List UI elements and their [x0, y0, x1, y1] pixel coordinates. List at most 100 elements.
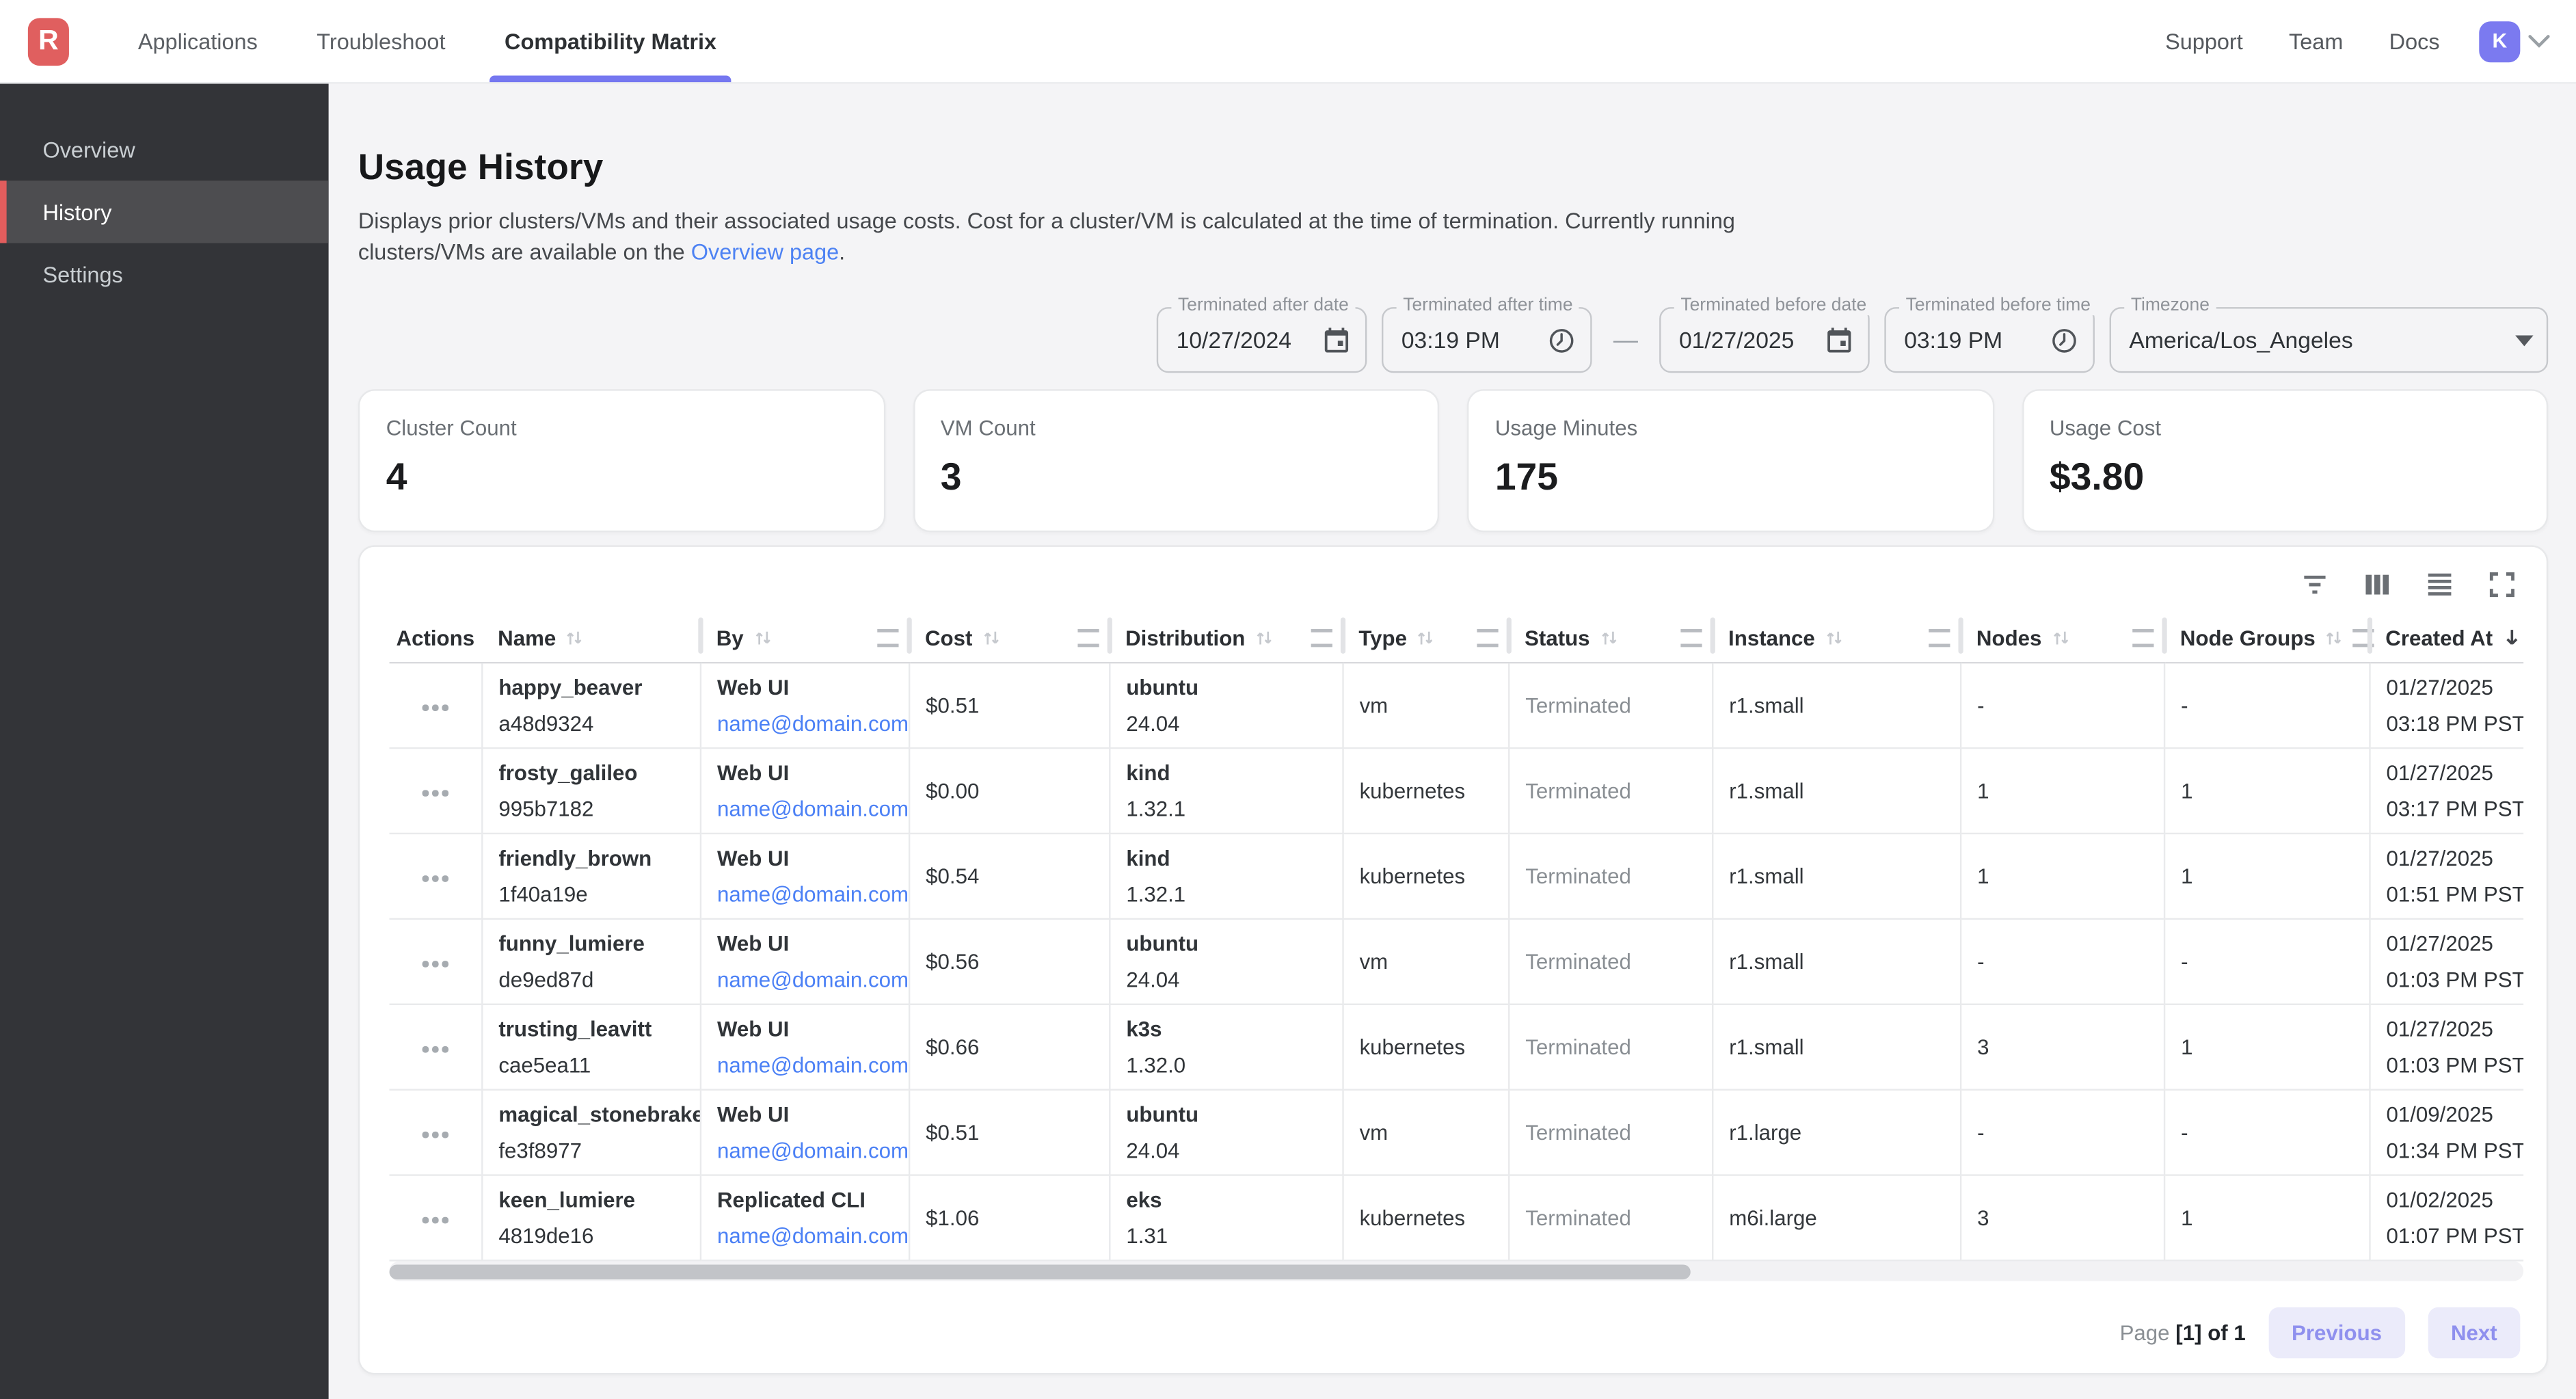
cost-cell: $0.00	[909, 748, 1109, 834]
col-header-distribution[interactable]: Distribution	[1109, 613, 1342, 663]
fullscreen-icon[interactable]	[2484, 567, 2520, 603]
distribution-version: 1.32.1	[1126, 797, 1331, 821]
created-by-email[interactable]: name@domain.com	[717, 797, 909, 821]
pagination: Page [1] of 1 Previous Next	[390, 1307, 2521, 1381]
table-row: trusting_leavittcae5ea11 Web UIname@doma…	[390, 1004, 2524, 1090]
cost-cell: $0.66	[909, 1004, 1109, 1090]
replicated-logo[interactable]: R	[28, 17, 69, 65]
column-drag-icon[interactable]	[1477, 628, 1498, 646]
next-page-button[interactable]: Next	[2428, 1307, 2520, 1358]
distribution-name: ubuntu	[1126, 675, 1331, 700]
description-line2: clusters/VMs are available on the	[358, 240, 691, 265]
tab-troubleshoot[interactable]: Troubleshoot	[317, 0, 445, 82]
created-date: 01/02/2025	[2387, 1188, 2514, 1212]
row-actions-button[interactable]	[412, 866, 457, 891]
sidebar-item-settings[interactable]: Settings	[0, 243, 329, 305]
cluster-id: 4819de16	[498, 1223, 689, 1248]
tab-compatibility-matrix[interactable]: Compatibility Matrix	[505, 0, 716, 82]
sort-icon[interactable]	[752, 626, 773, 648]
col-header-instance[interactable]: Instance	[1712, 613, 1960, 663]
stat-label: Usage Cost	[2050, 416, 2520, 440]
calendar-icon[interactable]	[1321, 324, 1352, 356]
terminated-before-time-value[interactable]: 03:19 PM	[1904, 327, 2039, 353]
terminated-after-date-value[interactable]: 10/27/2024	[1177, 327, 1311, 353]
terminated-after-time-field[interactable]: Terminated after time 03:19 PM	[1382, 307, 1592, 373]
created-by-email[interactable]: name@domain.com	[717, 711, 909, 736]
terminated-before-time-field[interactable]: Terminated before time 03:19 PM	[1884, 307, 2095, 373]
nav-link-team[interactable]: Team	[2289, 29, 2343, 53]
clock-icon[interactable]	[2049, 324, 2080, 356]
sort-icon[interactable]	[564, 626, 585, 648]
clock-icon[interactable]	[1546, 324, 1577, 356]
terminated-before-date-value[interactable]: 01/27/2025	[1679, 327, 1814, 353]
row-actions-button[interactable]	[412, 1207, 457, 1232]
created-by-email[interactable]: name@domain.com	[717, 1223, 909, 1248]
terminated-before-date-field[interactable]: Terminated before date 01/27/2025	[1659, 307, 1870, 373]
row-actions-button[interactable]	[412, 1037, 457, 1062]
row-actions-button[interactable]	[412, 1121, 457, 1147]
col-header-nodes[interactable]: Nodes	[1960, 613, 2164, 663]
created-by-source: Web UI	[717, 760, 898, 785]
column-drag-icon[interactable]	[877, 628, 898, 646]
timezone-value[interactable]: America/Los_Angeles	[2129, 327, 2505, 353]
nav-link-docs[interactable]: Docs	[2389, 29, 2440, 53]
nodes-cell: 1	[1960, 834, 2164, 919]
sort-icon[interactable]	[1823, 626, 1844, 648]
column-drag-icon[interactable]	[1311, 628, 1332, 646]
horizontal-scrollbar[interactable]	[390, 1262, 2524, 1281]
tab-applications[interactable]: Applications	[138, 0, 258, 82]
type-cell: vm	[1342, 919, 1508, 1004]
created-time: 01:03 PM PST	[2387, 968, 2514, 992]
sidebar-item-history[interactable]: History	[0, 181, 329, 243]
dropdown-caret-icon[interactable]	[2515, 334, 2533, 346]
column-drag-icon[interactable]	[1680, 628, 1702, 646]
col-header-node-groups[interactable]: Node Groups	[2164, 613, 2369, 663]
sidebar-item-overview[interactable]: Overview	[0, 118, 329, 181]
previous-page-button[interactable]: Previous	[2268, 1307, 2404, 1358]
horizontal-scrollbar-thumb[interactable]	[390, 1264, 1691, 1279]
node-groups-cell: 1	[2164, 1175, 2369, 1261]
distribution-version: 1.32.0	[1126, 1053, 1331, 1078]
created-by-email[interactable]: name@domain.com	[717, 968, 909, 992]
col-header-created-at[interactable]: Created At	[2369, 613, 2523, 663]
row-actions-button[interactable]	[412, 780, 457, 805]
created-by-email[interactable]: name@domain.com	[717, 1053, 909, 1078]
instance-cell: r1.small	[1712, 834, 1960, 919]
nav-link-support[interactable]: Support	[2165, 29, 2243, 53]
nodes-cell: -	[1960, 663, 2164, 748]
description-period: .	[839, 240, 845, 265]
node-groups-cell: 1	[2164, 834, 2369, 919]
sort-icon[interactable]	[2050, 626, 2071, 648]
column-drag-icon[interactable]	[1077, 628, 1099, 646]
col-header-type[interactable]: Type	[1342, 613, 1508, 663]
timezone-select[interactable]: Timezone America/Los_Angeles	[2110, 307, 2549, 373]
sort-desc-icon[interactable]	[2501, 626, 2524, 649]
created-by-email[interactable]: name@domain.com	[717, 882, 909, 907]
account-menu[interactable]: K	[2479, 21, 2549, 62]
column-drag-icon[interactable]	[2132, 628, 2154, 646]
filter-icon[interactable]	[2297, 567, 2333, 603]
column-drag-icon[interactable]	[1929, 628, 1950, 646]
cluster-name: happy_beaver	[498, 675, 689, 700]
created-by-email[interactable]: name@domain.com	[717, 1138, 909, 1163]
node-groups-cell: -	[2164, 1090, 2369, 1175]
terminated-after-date-field[interactable]: Terminated after date 10/27/2024	[1157, 307, 1367, 373]
sort-icon[interactable]	[1415, 626, 1436, 648]
col-header-status[interactable]: Status	[1508, 613, 1712, 663]
columns-icon[interactable]	[2359, 567, 2396, 603]
overview-page-link[interactable]: Overview page	[691, 240, 839, 265]
cluster-id: de9ed87d	[498, 968, 689, 992]
sort-icon[interactable]	[2324, 626, 2345, 648]
col-header-cost[interactable]: Cost	[909, 613, 1109, 663]
row-actions-button[interactable]	[412, 951, 457, 976]
density-icon[interactable]	[2421, 567, 2458, 603]
col-header-by[interactable]: By	[700, 613, 909, 663]
terminated-after-time-value[interactable]: 03:19 PM	[1401, 327, 1536, 353]
row-actions-button[interactable]	[412, 695, 457, 720]
sort-icon[interactable]	[1253, 626, 1274, 648]
sort-icon[interactable]	[1598, 626, 1620, 648]
calendar-icon[interactable]	[1823, 324, 1855, 356]
terminated-before-date-label: Terminated before date	[1674, 295, 1873, 315]
col-header-name[interactable]: Name	[481, 613, 700, 663]
sort-icon[interactable]	[980, 626, 1002, 648]
